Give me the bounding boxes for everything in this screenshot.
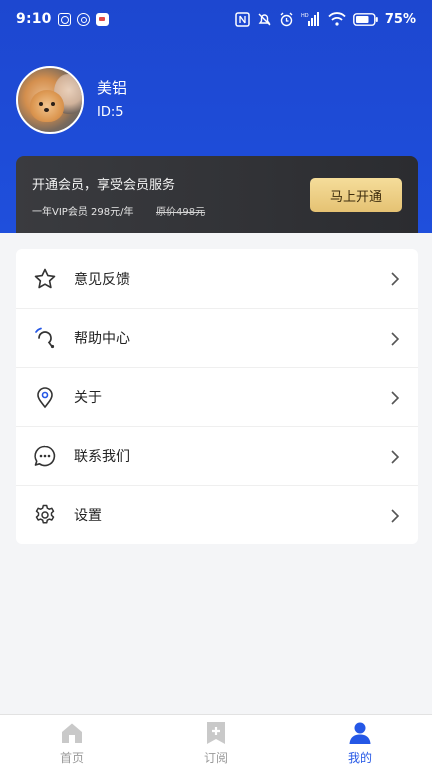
notification-app-icon	[95, 12, 109, 26]
battery-percent: 75%	[384, 11, 416, 27]
profile-section: 美铝 ID:5	[16, 66, 127, 134]
avatar[interactable]	[16, 66, 84, 134]
chevron-right-icon	[391, 509, 400, 523]
tab-home[interactable]: 首页	[0, 715, 144, 768]
tab-subscribe[interactable]: 订阅	[144, 715, 288, 768]
open-vip-button[interactable]: 马上开通	[310, 178, 402, 212]
menu-item-label: 设置	[74, 508, 102, 524]
menu-item-help-center[interactable]: 帮助中心	[16, 308, 418, 367]
profile-id: ID:5	[97, 105, 124, 120]
home-icon	[60, 721, 84, 745]
silent-bell-icon	[258, 13, 271, 25]
tab-label: 我的	[347, 751, 372, 765]
tab-label: 订阅	[203, 751, 228, 765]
menu-item-label: 意见反馈	[74, 271, 130, 288]
menu-item-about[interactable]: 关于	[16, 367, 418, 426]
cell-signal-icon: HD	[301, 12, 319, 26]
star-icon	[33, 267, 57, 291]
chevron-right-icon	[391, 272, 400, 286]
alarm-icon	[280, 12, 293, 26]
wifi-icon	[328, 12, 346, 26]
chevron-right-icon	[391, 391, 400, 405]
chat-bubble-icon	[33, 444, 57, 468]
vip-original-price: 原价498元	[156, 207, 206, 218]
subscribe-icon	[204, 721, 228, 745]
avatar-photo-dog	[30, 90, 64, 122]
chevron-right-icon	[391, 450, 400, 464]
svg-text:HD: HD	[301, 13, 309, 19]
menu-item-label: 帮助中心	[74, 331, 130, 347]
menu-item-label: 联系我们	[74, 449, 130, 465]
location-pin-icon	[33, 385, 57, 409]
status-bar: 9:10 HD 75%	[0, 0, 432, 38]
headset-icon	[33, 326, 57, 350]
menu-item-contact-us[interactable]: 联系我们	[16, 426, 418, 485]
user-icon	[348, 721, 372, 745]
vip-card: 开通会员，享受会员服务 一年VIP会员 298元/年 原价498元 马上开通	[16, 156, 418, 233]
notification-app-icon	[57, 12, 71, 26]
chevron-right-icon	[391, 332, 400, 346]
profile-name: 美铝	[97, 79, 128, 97]
tab-label: 首页	[59, 751, 84, 765]
battery-icon	[352, 12, 378, 26]
menu-item-settings[interactable]: 设置	[16, 485, 418, 544]
menu-item-label: 关于	[74, 390, 102, 406]
bottom-tab-bar: 首页 订阅 我的	[0, 714, 432, 768]
settings-menu: 意见反馈 帮助中心 关于 联系我们 设置	[16, 249, 418, 544]
notification-app-icon	[76, 12, 90, 26]
nfc-icon	[235, 11, 250, 27]
menu-item-feedback[interactable]: 意见反馈	[16, 249, 418, 308]
vip-title: 开通会员，享受会员服务	[32, 178, 176, 193]
gear-icon	[33, 503, 57, 527]
tab-mine[interactable]: 我的	[288, 715, 432, 768]
status-time: 9:10	[16, 11, 52, 27]
vip-price: 一年VIP会员 298元/年	[32, 207, 134, 218]
